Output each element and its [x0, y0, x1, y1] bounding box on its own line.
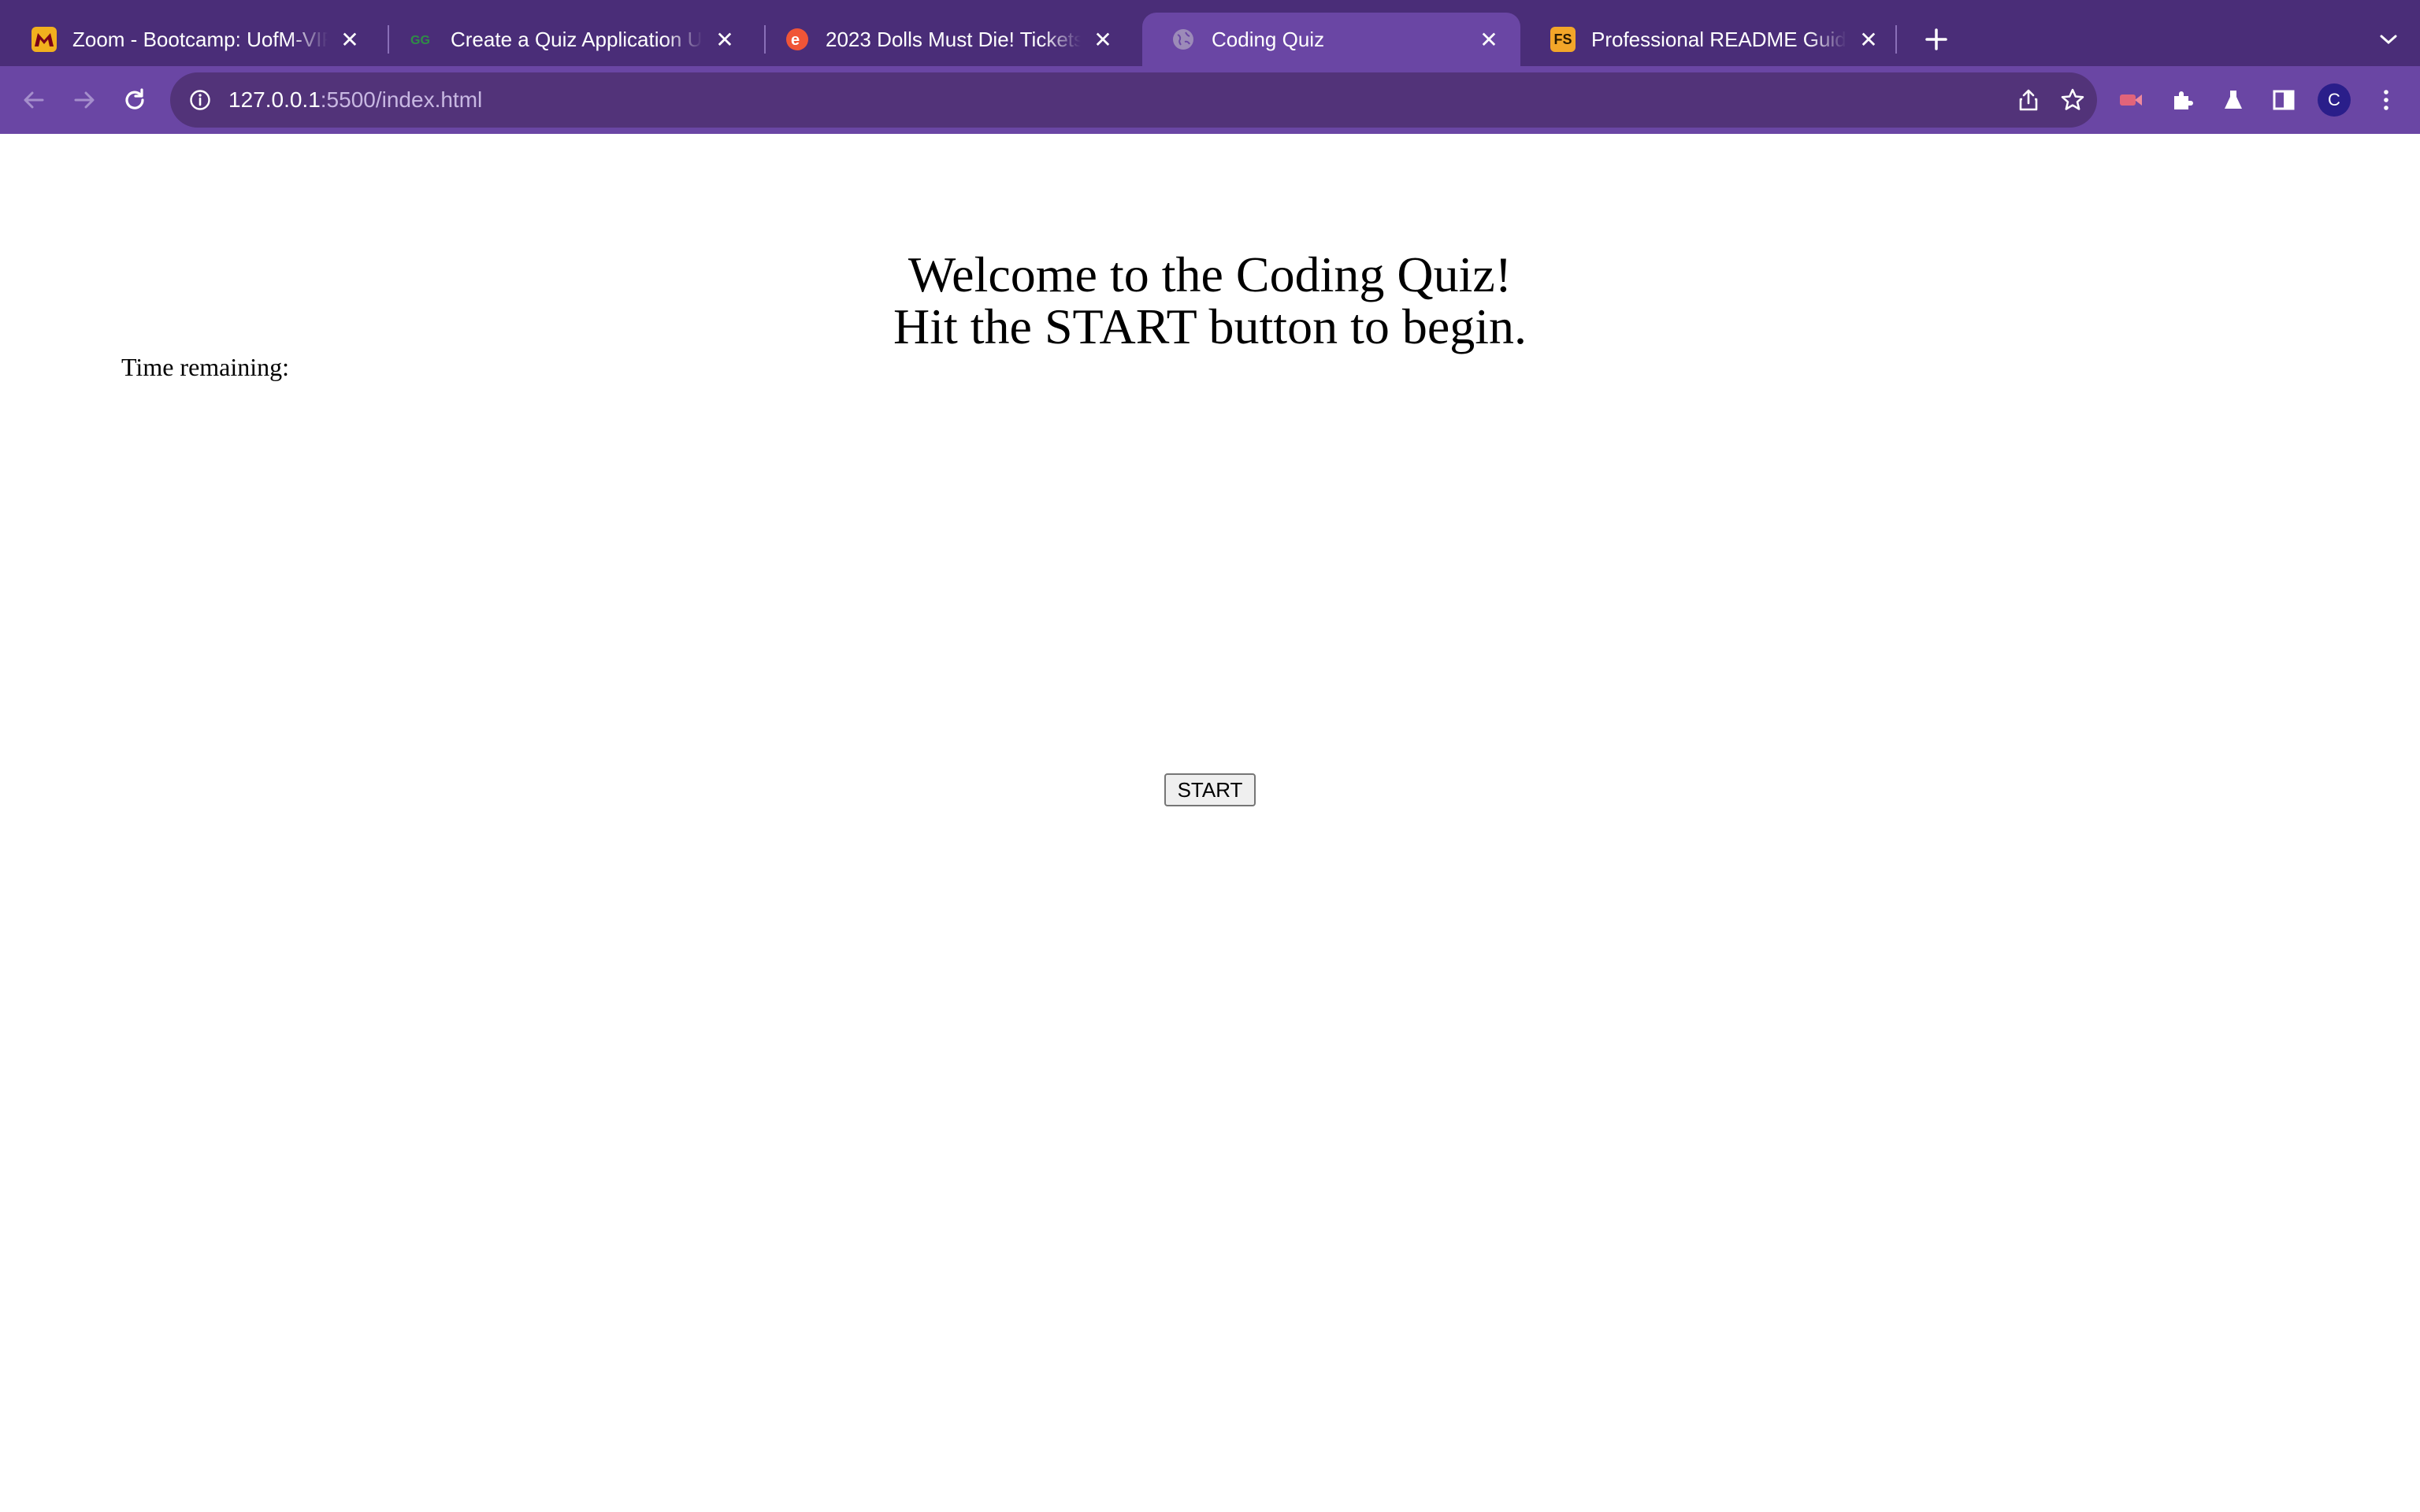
reload-icon[interactable] — [117, 82, 153, 118]
browser-chrome: Zoom - Bootcamp: UofM-VIRT ✕ GG Create a… — [0, 0, 2420, 134]
screen-recorder-extension-icon[interactable] — [2113, 82, 2149, 118]
more-menu-icon[interactable] — [2368, 82, 2404, 118]
globe-icon — [1171, 27, 1196, 52]
address-bar[interactable]: 127.0.0.1:5500/index.html — [170, 72, 2097, 128]
time-remaining-label: Time remaining: — [121, 353, 290, 381]
labs-flask-icon[interactable] — [2215, 82, 2251, 118]
tab-dolls-must-die[interactable]: e 2023 Dolls Must Die! Tickets, ✕ — [756, 13, 1134, 66]
start-button[interactable]: START — [1164, 773, 1256, 806]
tab-title: 2023 Dolls Must Die! Tickets, — [826, 27, 1081, 51]
browser-toolbar: 127.0.0.1:5500/index.html C — [0, 66, 2420, 134]
url-host: 127.0.0.1 — [228, 87, 321, 112]
geeksforgeeks-icon: GG — [410, 27, 435, 52]
extensions-puzzle-icon[interactable] — [2165, 82, 2201, 118]
page-content: Welcome to the Coding Quiz! Hit the STAR… — [0, 134, 2420, 1512]
url-path: :5500/index.html — [320, 87, 483, 112]
tab-quiz-application[interactable]: GG Create a Quiz Application Usin ✕ — [381, 13, 756, 66]
share-icon[interactable] — [2010, 82, 2047, 118]
tab-title: Professional README Guide | — [1591, 27, 1847, 51]
chevron-down-icon[interactable] — [2368, 19, 2409, 60]
side-panel-icon[interactable] — [2266, 82, 2302, 118]
tab-strip: Zoom - Bootcamp: UofM-VIRT ✕ GG Create a… — [0, 0, 2420, 66]
svg-text:e: e — [791, 32, 800, 49]
tab-title: Create a Quiz Application Usin — [451, 27, 703, 51]
close-tab-icon[interactable]: ✕ — [337, 27, 362, 52]
close-tab-icon[interactable]: ✕ — [1856, 27, 1881, 52]
close-tab-icon[interactable]: ✕ — [712, 27, 737, 52]
tab-zoom-bootcamp[interactable]: Zoom - Bootcamp: UofM-VIRT ✕ — [3, 13, 381, 66]
fs-logo-icon: FS — [1550, 27, 1576, 52]
eventbrite-icon: e — [785, 27, 810, 52]
info-icon[interactable] — [189, 89, 211, 111]
close-tab-icon[interactable]: ✕ — [1090, 27, 1115, 52]
bookmark-star-icon[interactable] — [2054, 82, 2091, 118]
back-arrow-icon[interactable] — [16, 82, 52, 118]
forward-arrow-icon[interactable] — [66, 82, 102, 118]
tab-title: Coding Quiz — [1212, 27, 1325, 51]
svg-text:GG: GG — [410, 34, 430, 47]
tab-coding-quiz[interactable]: Coding Quiz ✕ — [1142, 13, 1520, 66]
tab-readme-guide[interactable]: FS Professional README Guide | ✕ — [1522, 13, 1900, 66]
instructions-heading: Hit the START button to begin. — [893, 298, 1527, 354]
new-tab-plus-icon[interactable] — [1916, 19, 1957, 60]
welcome-heading: Welcome to the Coding Quiz! — [908, 246, 1512, 302]
page-title: Welcome to the Coding Quiz! Hit the STAR… — [0, 249, 2420, 353]
url-text: 127.0.0.1:5500/index.html — [228, 87, 482, 113]
tab-title: Zoom - Bootcamp: UofM-VIRT — [72, 27, 328, 51]
close-tab-icon[interactable]: ✕ — [1476, 27, 1501, 52]
tab-separator — [1895, 25, 1897, 54]
university-logo-icon — [32, 27, 57, 52]
profile-avatar[interactable]: C — [2318, 83, 2351, 117]
